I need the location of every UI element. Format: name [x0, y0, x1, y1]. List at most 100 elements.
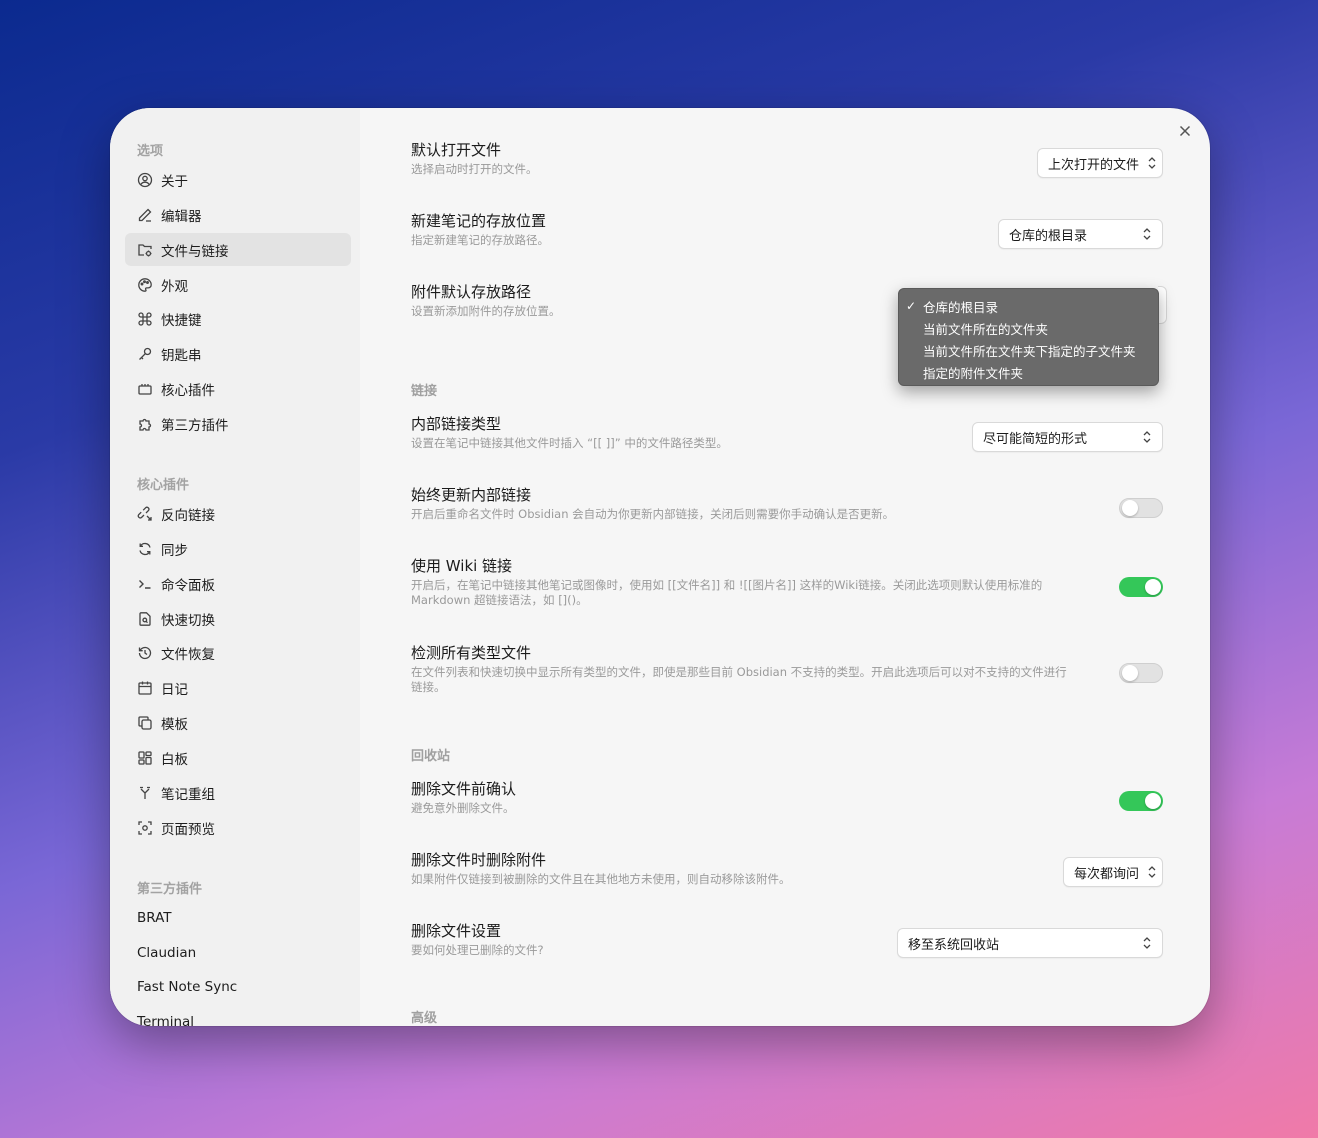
- setting-update-links-desc: 开启后重命名文件时 Obsidian 会自动为你更新内部链接，关闭后则需要你手动…: [411, 507, 895, 521]
- sidebar-item-label: 快捷键: [161, 312, 202, 329]
- folder-cog-icon: [137, 242, 153, 258]
- toggle-knob: [1122, 500, 1138, 516]
- delete-attachments-select[interactable]: 每次都询问: [1063, 857, 1163, 887]
- sidebar-item-core-plugins[interactable]: 核心插件: [125, 372, 351, 405]
- setting-attachment-name: 附件默认存放路径: [411, 283, 532, 301]
- sidebar-item-label: Terminal: [137, 1013, 195, 1027]
- dropdown-option-vault-root[interactable]: ✓ 仓库的根目录: [899, 295, 1158, 317]
- calendar-icon: [137, 680, 153, 696]
- sidebar-item-files-links[interactable]: 文件与链接: [125, 233, 351, 266]
- sidebar-item-label: 核心插件: [161, 382, 215, 399]
- command-icon: [137, 311, 153, 327]
- setting-wiki-links-name: 使用 Wiki 链接: [411, 557, 513, 575]
- sidebar-item-community-plugins[interactable]: 第三方插件: [125, 407, 351, 440]
- sidebar-item-daily-notes[interactable]: 日记: [125, 671, 351, 704]
- sidebar-item-label: 模板: [161, 716, 188, 733]
- select-value: 上次打开的文件: [1048, 157, 1140, 173]
- backlink-icon: [137, 506, 153, 522]
- section-advanced-heading: 高级: [411, 1011, 438, 1026]
- sidebar-item-hotkeys[interactable]: 快捷键: [125, 302, 351, 335]
- sidebar-item-sync[interactable]: 同步: [125, 532, 351, 565]
- setting-delete-setting-name: 删除文件设置: [411, 922, 502, 940]
- setting-detect-all-name: 检测所有类型文件: [411, 644, 532, 662]
- deleted-files-select[interactable]: 移至系统回收站: [897, 928, 1163, 958]
- sidebar-item-brat[interactable]: BRAT: [125, 901, 351, 934]
- pen-icon: [137, 207, 153, 223]
- sidebar-item-keychain[interactable]: 钥匙串: [125, 337, 351, 370]
- sidebar-item-quick-switcher[interactable]: 快速切换: [125, 602, 351, 635]
- default-open-select[interactable]: 上次打开的文件: [1037, 148, 1163, 178]
- settings-content: 默认打开文件 选择启动时打开的文件。 上次打开的文件 新建笔记的存放位置 指定新…: [360, 108, 1210, 1026]
- sidebar-item-label: 钥匙串: [161, 347, 202, 364]
- dropdown-option-label: 指定的附件文件夹: [923, 365, 1024, 381]
- attachment-location-dropdown: ✓ 仓库的根目录 当前文件所在的文件夹 当前文件所在文件夹下指定的子文件夹 指定…: [898, 288, 1159, 386]
- toggle-knob: [1145, 793, 1161, 809]
- setting-delete-attach-desc: 如果附件仅链接到被删除的文件且在其他地方未使用，则自动移除该附件。: [411, 872, 791, 886]
- dropdown-option-subfolder[interactable]: 当前文件所在文件夹下指定的子文件夹: [899, 339, 1158, 361]
- sidebar-item-canvas[interactable]: 白板: [125, 741, 351, 774]
- sidebar-item-templates[interactable]: 模板: [125, 706, 351, 739]
- sidebar-item-label: Claudian: [137, 944, 197, 961]
- sidebar-item-page-preview[interactable]: 页面预览: [125, 811, 351, 844]
- user-circle-icon: [137, 172, 153, 188]
- chevron-updown-icon: [1142, 936, 1152, 950]
- wiki-links-toggle[interactable]: [1119, 577, 1163, 597]
- dropdown-option-label: 当前文件所在的文件夹: [923, 321, 1049, 337]
- sidebar-item-label: 反向链接: [161, 507, 215, 524]
- dropdown-option-specified-folder[interactable]: 指定的附件文件夹: [899, 361, 1158, 383]
- sidebar-item-label: 快速切换: [161, 612, 215, 629]
- dropdown-option-label: 当前文件所在文件夹下指定的子文件夹: [923, 343, 1136, 359]
- dropdown-option-current-folder[interactable]: 当前文件所在的文件夹: [899, 317, 1158, 339]
- sidebar-item-note-composer[interactable]: 笔记重组: [125, 776, 351, 809]
- file-search-icon: [137, 611, 153, 627]
- confirm-delete-toggle[interactable]: [1119, 791, 1163, 811]
- sidebar-item-appearance[interactable]: 外观: [125, 268, 351, 301]
- sidebar-item-label: 同步: [161, 542, 188, 559]
- setting-default-open-desc: 选择启动时打开的文件。: [411, 162, 538, 176]
- setting-confirm-delete-name: 删除文件前确认: [411, 780, 517, 798]
- sidebar-item-label: 文件恢复: [161, 646, 215, 663]
- sync-icon: [137, 541, 153, 557]
- toggle-knob: [1145, 579, 1161, 595]
- chevron-updown-icon: [1147, 865, 1157, 879]
- copy-icon: [137, 715, 153, 731]
- sidebar-item-label: 编辑器: [161, 208, 202, 225]
- plugin-box-icon: [137, 381, 153, 397]
- update-links-toggle[interactable]: [1119, 498, 1163, 518]
- palette-icon: [137, 277, 153, 293]
- sidebar-item-label: 白板: [161, 751, 188, 768]
- new-note-location-select[interactable]: 仓库的根目录: [998, 219, 1163, 249]
- layout-icon: [137, 750, 153, 766]
- select-value: 仓库的根目录: [1009, 228, 1088, 244]
- setting-new-note-name: 新建笔记的存放位置: [411, 212, 547, 230]
- history-icon: [137, 645, 153, 661]
- select-value: 移至系统回收站: [908, 937, 1000, 953]
- close-button[interactable]: [1176, 122, 1194, 140]
- setting-confirm-delete-desc: 避免意外删除文件。: [411, 801, 515, 815]
- setting-detect-all-desc-line2: 链接。: [411, 680, 446, 694]
- sidebar-item-label: 关于: [161, 173, 188, 190]
- merge-icon: [137, 785, 153, 801]
- sidebar-item-fast-note-sync[interactable]: Fast Note Sync: [125, 970, 351, 1003]
- section-trash-heading: 回收站: [411, 749, 451, 764]
- sidebar-item-terminal[interactable]: Terminal: [125, 1005, 351, 1027]
- select-value: 每次都询问: [1074, 866, 1140, 882]
- sidebar-item-backlinks[interactable]: 反向链接: [125, 497, 351, 530]
- section-links-heading: 链接: [411, 384, 438, 399]
- sidebar-item-about[interactable]: 关于: [125, 163, 351, 196]
- detect-all-toggle[interactable]: [1119, 663, 1163, 683]
- toggle-knob: [1122, 665, 1138, 681]
- link-type-select[interactable]: 尽可能简短的形式: [972, 422, 1163, 452]
- sidebar-item-claudian[interactable]: Claudian: [125, 936, 351, 969]
- sidebar-item-command-palette[interactable]: 命令面板: [125, 567, 351, 600]
- attachment-location-select[interactable]: [1158, 286, 1167, 324]
- setting-default-open-name: 默认打开文件: [411, 141, 502, 159]
- close-icon: [1179, 125, 1191, 137]
- setting-wiki-links-desc-line1: 开启后，在笔记中链接其他笔记或图像时，使用如 [[文件名]] 和 ![[图片名]…: [411, 578, 1043, 592]
- setting-delete-attach-name: 删除文件时删除附件: [411, 851, 547, 869]
- sidebar-heading-options: 选项: [137, 144, 164, 159]
- sidebar-item-file-recovery[interactable]: 文件恢复: [125, 636, 351, 669]
- sidebar-item-label: 第三方插件: [161, 417, 229, 434]
- sidebar-item-label: 外观: [161, 278, 188, 295]
- sidebar-item-editor[interactable]: 编辑器: [125, 198, 351, 231]
